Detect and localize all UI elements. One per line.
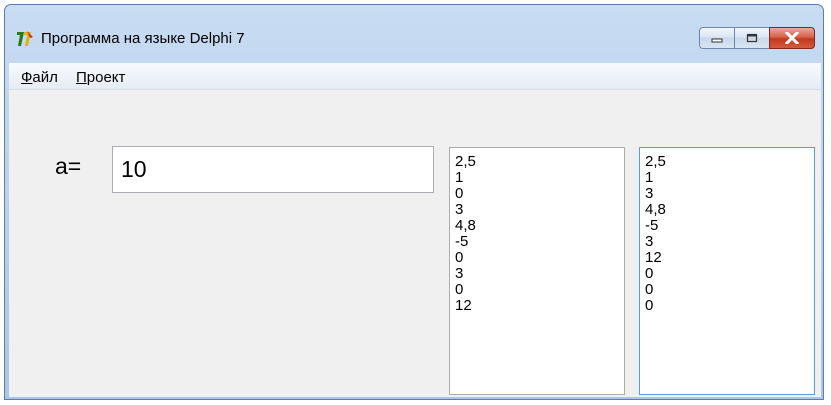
list-item[interactable]: 0 — [455, 186, 624, 202]
list-item[interactable]: 1 — [455, 170, 624, 186]
list-item[interactable]: -5 — [645, 218, 814, 234]
menu-project[interactable]: Проект — [76, 69, 125, 86]
list-item[interactable]: 4,8 — [455, 218, 624, 234]
list-item[interactable]: 3 — [455, 266, 624, 282]
menu-bar: Файл Проект — [9, 63, 821, 90]
list-item[interactable]: 0 — [455, 250, 624, 266]
close-icon — [785, 32, 799, 44]
close-button[interactable] — [769, 27, 815, 49]
list-item[interactable]: 0 — [455, 282, 624, 298]
list-item[interactable]: 3 — [645, 186, 814, 202]
list-item[interactable]: 0 — [645, 298, 814, 314]
list-item[interactable]: 4,8 — [645, 202, 814, 218]
list-item[interactable]: 1 — [645, 170, 814, 186]
minimize-button[interactable] — [699, 27, 735, 49]
result-listbox[interactable]: 2,5 1 3 4,8 -5 3 12 0 0 0 — [639, 147, 815, 395]
list-item[interactable]: 0 — [645, 282, 814, 298]
a-input[interactable] — [112, 146, 434, 193]
source-listbox[interactable]: 2,5 1 0 3 4,8 -5 0 3 0 12 — [449, 147, 625, 395]
list-item[interactable]: 12 — [455, 298, 624, 314]
window-title: Программа на языке Delphi 7 — [41, 30, 245, 47]
title-bar[interactable]: Программа на языке Delphi 7 — [5, 5, 823, 63]
list-item[interactable]: 0 — [645, 266, 814, 282]
a-label: a= — [55, 153, 82, 179]
list-item[interactable]: 2,5 — [645, 154, 814, 170]
menu-file[interactable]: Файл — [21, 69, 58, 86]
form-client-area: a= 2,51034,8-503012 2,5134,8-5312000 — [9, 90, 821, 397]
delphi-app-icon[interactable] — [15, 29, 35, 49]
list-item[interactable]: 3 — [455, 202, 624, 218]
window-controls — [699, 27, 815, 49]
minimize-icon — [711, 38, 723, 43]
list-item[interactable]: 2,5 — [455, 154, 624, 170]
list-item[interactable]: 3 — [645, 234, 814, 250]
list-item[interactable]: -5 — [455, 234, 624, 250]
maximize-icon — [746, 33, 758, 43]
main-window: Программа на языке Delphi 7 Файл Проект … — [4, 4, 824, 400]
maximize-button[interactable] — [734, 27, 770, 49]
list-item[interactable]: 12 — [645, 250, 814, 266]
